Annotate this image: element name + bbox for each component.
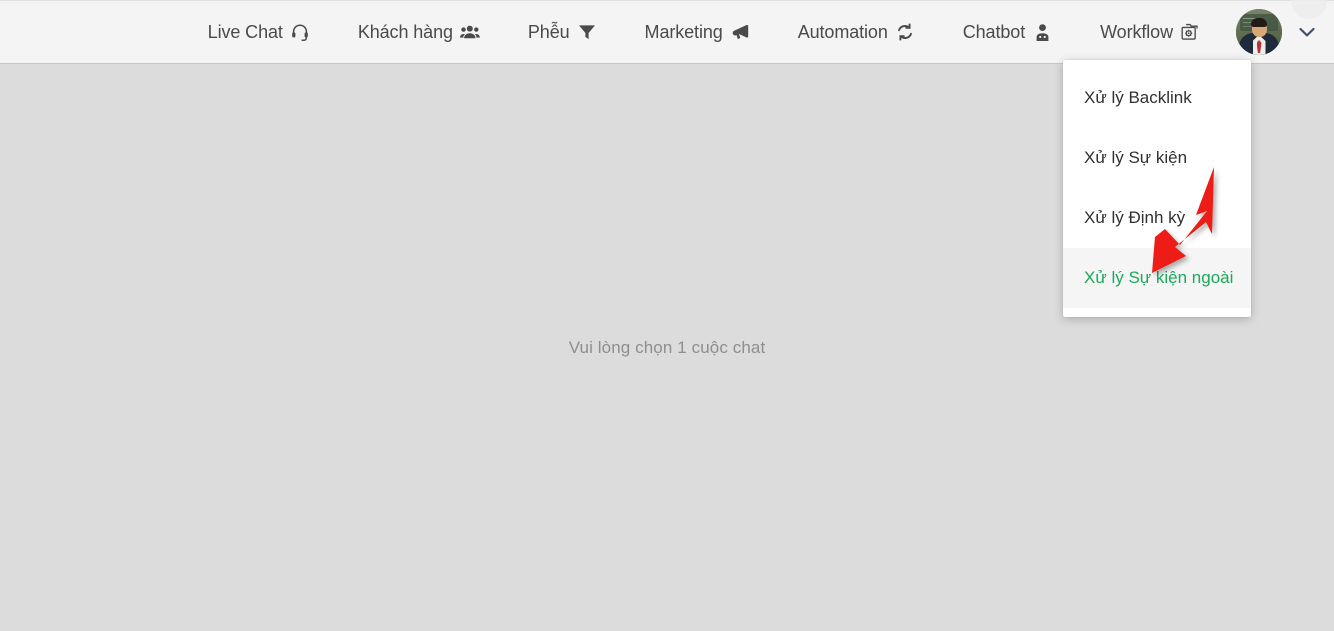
sync-icon	[895, 22, 915, 42]
nav-item-label: Marketing	[644, 22, 723, 42]
nav-item-pheu[interactable]: Phễu	[504, 1, 621, 63]
nav-item-workflow[interactable]: Workflow	[1076, 1, 1224, 63]
nav-item-chatbot[interactable]: Chatbot	[939, 1, 1076, 63]
nav-item-live-chat[interactable]: Live Chat	[184, 1, 334, 63]
top-navigation-bar: Live Chat Khách hàng Phễu Marketing Auto…	[0, 0, 1334, 64]
menu-item-xu-ly-su-kien[interactable]: Xử lý Sự kiện	[1063, 128, 1251, 188]
menu-item-label: Xử lý Backlink	[1084, 88, 1192, 107]
chevron-down-icon[interactable]	[1296, 21, 1318, 43]
nav-item-label: Live Chat	[207, 22, 283, 42]
avatar[interactable]	[1236, 9, 1282, 55]
nav-item-automation[interactable]: Automation	[774, 1, 939, 63]
menu-item-xu-ly-su-kien-ngoai[interactable]: Xử lý Sự kiện ngoài	[1063, 248, 1251, 308]
funnel-icon	[577, 22, 597, 42]
nav-item-khach-hang[interactable]: Khách hàng	[334, 1, 504, 63]
nav-item-label: Automation	[797, 22, 888, 42]
menu-item-xu-ly-dinh-ky[interactable]: Xử lý Định kỳ	[1063, 188, 1251, 248]
user-menu-cluster[interactable]	[1224, 0, 1334, 63]
nav-items-container: Live Chat Khách hàng Phễu Marketing Auto…	[184, 1, 1224, 63]
app-root: Live Chat Khách hàng Phễu Marketing Auto…	[0, 0, 1334, 631]
megaphone-icon	[730, 22, 750, 42]
menu-item-label: Xử lý Sự kiện ngoài	[1084, 268, 1234, 287]
nav-item-label: Chatbot	[962, 22, 1026, 42]
corner-decoration	[1291, 0, 1327, 19]
nav-item-label: Khách hàng	[357, 22, 453, 42]
menu-item-xu-ly-backlink[interactable]: Xử lý Backlink	[1063, 68, 1251, 128]
nav-item-label: Phễu	[527, 22, 570, 42]
users-icon	[459, 22, 480, 42]
nav-item-marketing[interactable]: Marketing	[621, 1, 774, 63]
nav-item-label: Workflow	[1100, 22, 1173, 42]
folder-gear-icon	[1180, 22, 1200, 42]
workflow-dropdown-menu: Xử lý Backlink Xử lý Sự kiện Xử lý Định …	[1063, 60, 1251, 317]
menu-item-label: Xử lý Định kỳ	[1084, 208, 1186, 227]
headset-icon	[290, 22, 310, 42]
robot-icon	[1032, 22, 1052, 42]
menu-item-label: Xử lý Sự kiện	[1084, 148, 1188, 167]
